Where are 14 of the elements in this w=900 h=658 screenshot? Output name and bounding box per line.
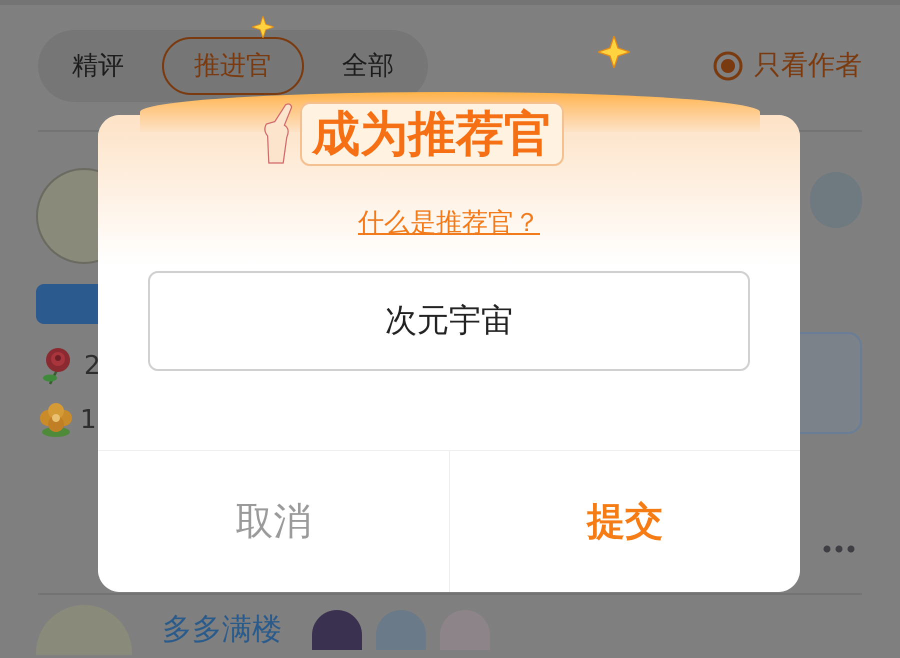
input-field[interactable]: 次元宇宙 xyxy=(148,271,750,371)
sparkle-icon xyxy=(598,36,630,68)
help-link[interactable]: 什么是推荐官？ xyxy=(358,204,540,243)
author-only-toggle[interactable]: 只看作者 xyxy=(712,46,862,86)
submit-button[interactable]: 提交 xyxy=(448,451,800,592)
filter-tab[interactable]: 全部 xyxy=(312,37,424,95)
more-icon xyxy=(822,544,856,554)
filter-tab[interactable]: 精评 xyxy=(42,37,154,95)
stat-count: 1 xyxy=(80,404,97,436)
dialog-title: 成为推荐官 xyxy=(300,102,564,166)
stat-count: 2 xyxy=(84,350,101,382)
avatar xyxy=(312,610,362,650)
author-name: 多多满楼 xyxy=(162,611,282,649)
sparkle-icon xyxy=(252,16,274,38)
